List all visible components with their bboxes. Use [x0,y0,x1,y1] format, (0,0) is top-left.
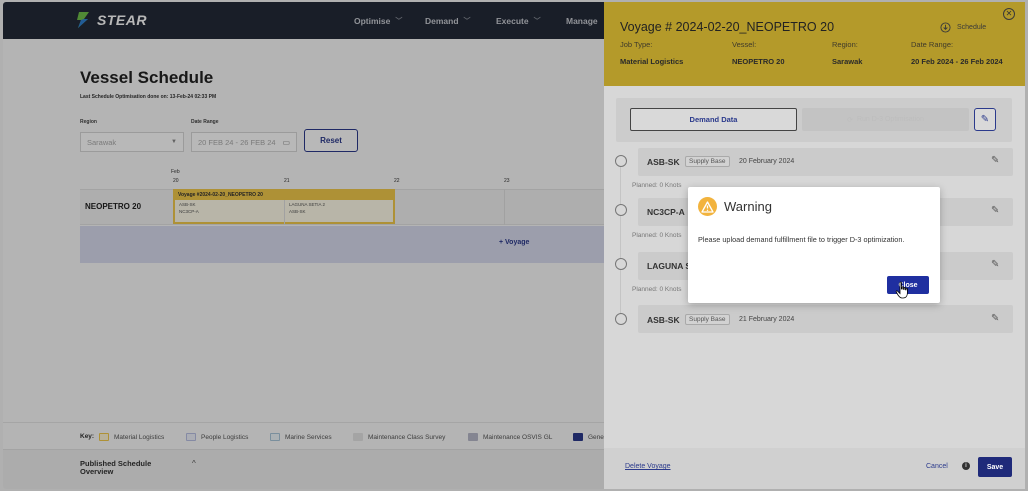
pencil-icon[interactable]: ✎ [991,205,999,216]
region-value: Sarawak [832,57,863,66]
save-button[interactable]: Save [978,457,1012,477]
delete-voyage-link[interactable]: Delete Voyage [625,463,671,470]
schedule-button-label: Schedule [957,24,987,31]
info-icon[interactable]: i [962,462,970,470]
stop-radio[interactable] [615,313,627,325]
pencil-icon[interactable]: ✎ [991,313,999,324]
stop-tag: Supply Base [685,156,730,167]
stop-card[interactable]: ASB-SK Supply Base 20 February 2024 [638,148,1013,176]
voyage-panel-header: ✕ Voyage # 2024-02-20_NEOPETRO 20 Schedu… [604,2,1025,86]
region-label: Region: [832,40,858,49]
stop-name: ASB-SK [647,157,680,167]
cancel-button[interactable]: Cancel [926,463,948,470]
demand-data-button[interactable]: Demand Data [630,108,797,131]
timeline-line [620,162,621,320]
stop-radio[interactable] [615,204,627,216]
edit-button[interactable]: ✎ [974,108,996,131]
planned-speed: Planned: 0 Knots [632,286,682,293]
stop-name: NC3CP-A [647,207,685,217]
planned-speed: Planned: 0 Knots [632,182,682,189]
stop-radio[interactable] [615,155,627,167]
vessel-label: Vessel: [732,40,757,49]
date-range-label: Date Range: [911,40,954,49]
stop-tag: Supply Base [685,314,730,325]
pencil-icon[interactable]: ✎ [991,155,999,166]
warning-title: Warning [724,199,772,214]
hand-pointer-icon [895,281,908,299]
stop-name: LAGUNA S [647,261,692,271]
voyage-title: Voyage # 2024-02-20_NEOPETRO 20 [620,20,835,34]
vessel-value: NEOPETRO 20 [732,57,785,66]
close-icon[interactable]: ✕ [1003,8,1015,20]
pencil-icon[interactable]: ✎ [991,259,999,270]
warning-triangle-icon [701,200,714,213]
run-d3-optimisation-button[interactable]: ⟳ Run D-3 Optimisation [802,108,969,131]
pencil-icon: ✎ [980,114,990,125]
warning-icon [698,197,717,216]
job-type-label: Job Type: [620,40,653,49]
stop-date: 20 February 2024 [739,158,795,165]
date-range-value: 20 Feb 2024 - 26 Feb 2024 [911,57,1003,66]
download-icon [940,22,951,33]
stop-card[interactable]: ASB-SK Supply Base 21 February 2024 [638,305,1013,333]
planned-speed: Planned: 0 Knots [632,232,682,239]
stop-radio[interactable] [615,258,627,270]
schedule-button[interactable]: Schedule [940,22,986,33]
run-d3-label: Run D-3 Optimisation [856,116,924,123]
stop-date: 21 February 2024 [739,316,795,323]
warning-message: Please upload demand fulfillment file to… [698,235,905,244]
refresh-icon: ⟳ [847,116,853,124]
stop-name: ASB-SK [647,315,680,325]
job-type-value: Material Logistics [620,57,684,66]
